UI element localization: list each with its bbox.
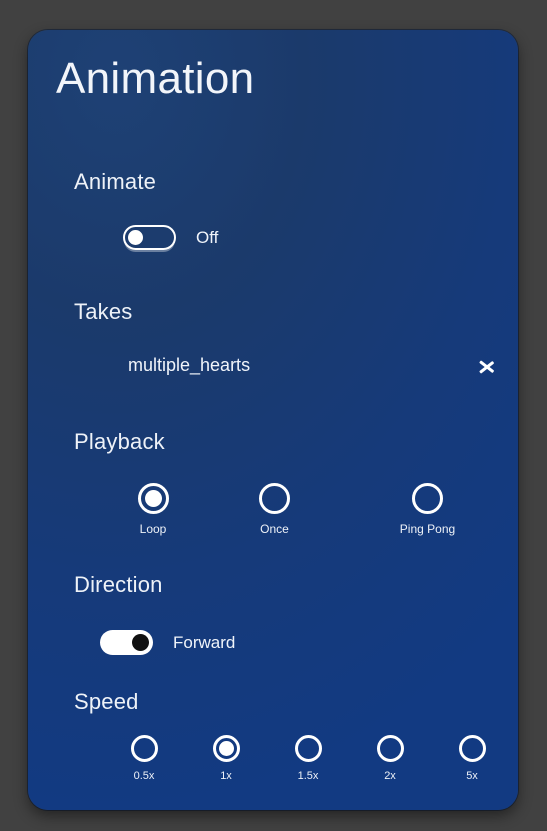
playback-radio-group: Loop Once Ping Pong <box>108 483 508 536</box>
playback-option-once[interactable]: Once <box>198 483 351 536</box>
playback-option-ping-pong[interactable]: Ping Pong <box>351 483 504 536</box>
radio-icon[interactable] <box>130 735 158 762</box>
radio-dot <box>144 490 162 507</box>
radio-icon[interactable] <box>212 735 240 762</box>
toggle-knob <box>132 634 149 651</box>
takes-value: multiple_hearts <box>128 354 251 375</box>
radio-dot <box>218 741 234 756</box>
toggle-knob <box>128 230 143 245</box>
speed-option-label: 5x <box>466 770 478 782</box>
radio-icon[interactable] <box>458 735 486 762</box>
animate-toggle-label: Off <box>196 227 219 247</box>
speed-option-0-5x[interactable]: 0.5x <box>103 735 185 782</box>
radio-icon[interactable] <box>294 735 322 762</box>
playback-option-label: Loop <box>139 522 167 536</box>
chevron-right-icon[interactable] <box>477 352 499 378</box>
animate-toggle[interactable] <box>123 225 176 250</box>
section-heading-playback: Playback <box>74 429 165 454</box>
section-heading-direction: Direction <box>74 572 163 597</box>
direction-toggle[interactable] <box>100 630 153 655</box>
section-heading-takes: Takes <box>74 299 133 324</box>
speed-option-label: 0.5x <box>133 770 155 782</box>
page-title: Animation <box>56 54 255 103</box>
speed-option-1-5x[interactable]: 1.5x <box>267 735 349 782</box>
direction-toggle-label: Forward <box>173 632 236 652</box>
speed-option-5x[interactable]: 5x <box>431 735 513 782</box>
animation-panel: Animation Animate Off Takes multiple_hea… <box>28 30 518 810</box>
radio-icon[interactable] <box>376 735 404 762</box>
takes-row[interactable]: multiple_hearts <box>128 352 518 378</box>
playback-option-loop[interactable]: Loop <box>108 483 198 536</box>
animate-toggle-row[interactable]: Off <box>123 225 218 250</box>
speed-radio-group: 0.5x 1x 1.5x 2x 5x <box>103 735 513 782</box>
radio-icon[interactable] <box>259 483 290 514</box>
section-heading-speed: Speed <box>74 689 139 714</box>
speed-option-label: 1.5x <box>297 770 319 782</box>
playback-option-label: Ping Pong <box>399 522 456 536</box>
speed-option-label: 2x <box>384 770 396 782</box>
speed-option-1x[interactable]: 1x <box>185 735 267 782</box>
playback-option-label: Once <box>260 522 289 536</box>
screen: Animation Animate Off Takes multiple_hea… <box>0 0 547 831</box>
radio-icon[interactable] <box>137 483 169 514</box>
radio-icon[interactable] <box>412 483 443 514</box>
direction-toggle-row[interactable]: Forward <box>100 630 235 655</box>
section-heading-animate: Animate <box>74 169 157 194</box>
speed-option-label: 1x <box>220 770 232 782</box>
speed-option-2x[interactable]: 2x <box>349 735 431 782</box>
